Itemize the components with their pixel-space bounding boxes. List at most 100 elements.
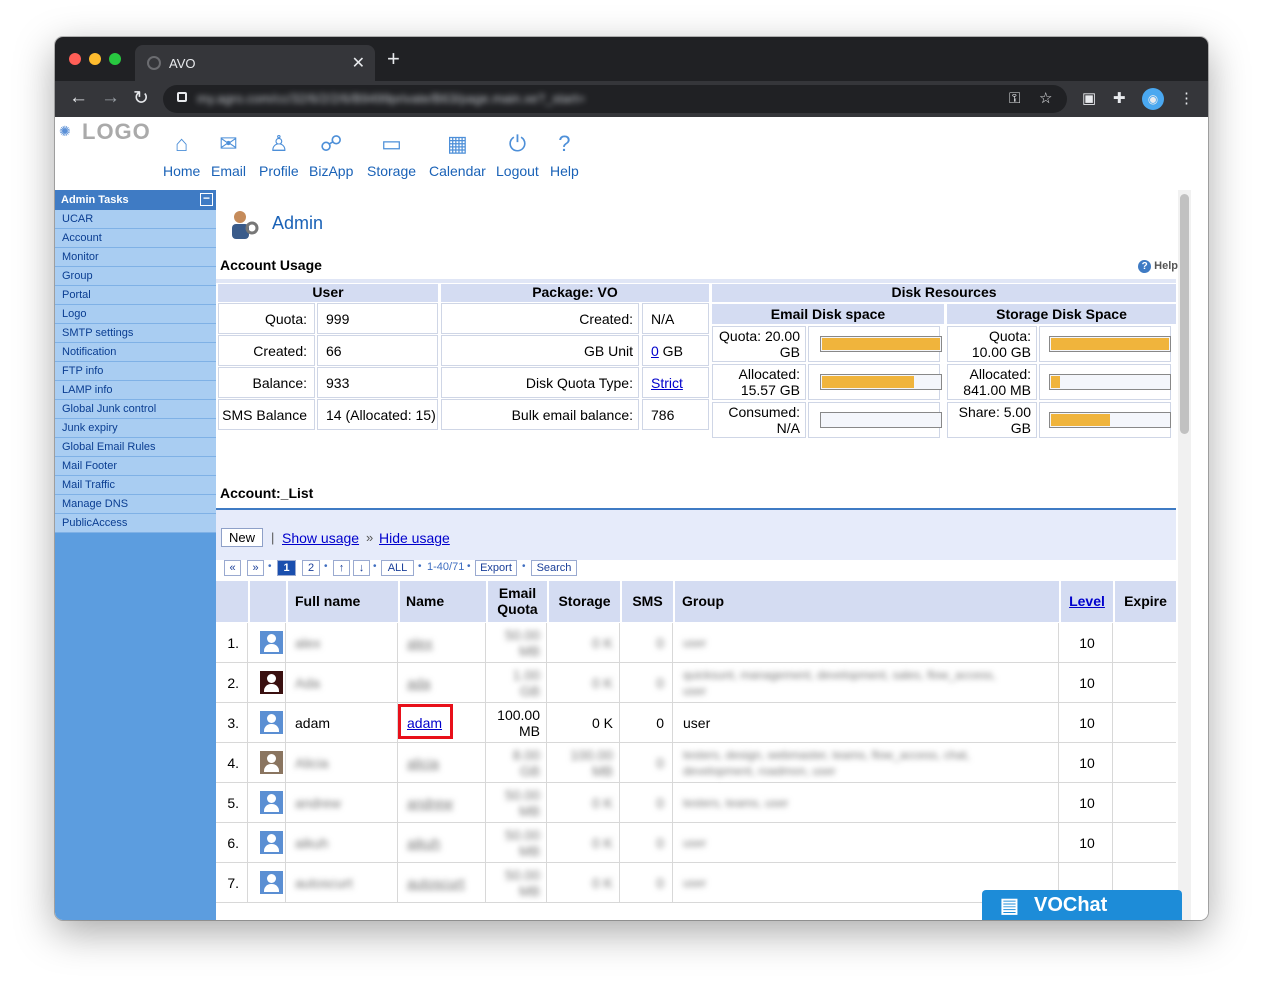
sidebar-item-smtp-settings[interactable]: SMTP settings xyxy=(55,324,216,343)
table-row[interactable]: 5. andrew andrew 50.00 MB 0 K 0 testers, teams,… xyxy=(216,783,1176,823)
col-level-sort[interactable]: Level xyxy=(1061,581,1113,622)
package-link[interactable]: Strict xyxy=(651,375,683,391)
table-row[interactable]: 3. adam adam 100.00 MB 0 K 0 user 10 xyxy=(216,703,1176,743)
sidebar-item-portal[interactable]: Portal xyxy=(55,286,216,305)
pager-first[interactable]: « xyxy=(224,560,241,576)
maximize-window-button[interactable] xyxy=(109,53,121,65)
show-usage-link[interactable]: Show usage xyxy=(282,530,359,546)
sidebar-item-lamp-info[interactable]: LAMP info xyxy=(55,381,216,400)
avatar-icon xyxy=(260,791,283,814)
nav-calendar[interactable]: ▦ Calendar xyxy=(429,131,486,179)
profile-icon[interactable]: ◉ xyxy=(1142,88,1164,110)
col-fullname[interactable]: Full name xyxy=(288,581,398,622)
sidebar-item-manage-dns[interactable]: Manage DNS xyxy=(55,495,216,514)
row-quota-line2: MB xyxy=(519,803,540,819)
pager-sort-up[interactable]: ↑ xyxy=(333,560,350,576)
sidebar-item-notification[interactable]: Notification xyxy=(55,343,216,362)
sidebar-item-monitor[interactable]: Monitor xyxy=(55,248,216,267)
collapse-icon[interactable]: − xyxy=(200,192,213,206)
row-group-cell: user xyxy=(675,623,1059,663)
sidebar-item-global-junk-control[interactable]: Global Junk control xyxy=(55,400,216,419)
col-storage[interactable]: Storage xyxy=(549,581,620,622)
col-name[interactable]: Name xyxy=(400,581,486,622)
row-name-cell: aikuh xyxy=(400,823,486,863)
new-button[interactable]: New xyxy=(221,528,263,547)
col-expire[interactable]: Expire xyxy=(1115,581,1176,622)
table-row[interactable]: 1. alex alex 50.00 MB 0 K 0 user 10 xyxy=(216,623,1176,663)
sidebar-item-logo[interactable]: Logo xyxy=(55,305,216,324)
scrollbar[interactable] xyxy=(1178,190,1191,920)
sidebar-item-global-email-rules[interactable]: Global Email Rules xyxy=(55,438,216,457)
col-index xyxy=(216,581,248,622)
row-name-link[interactable]: alex xyxy=(407,635,433,651)
pager-page-1[interactable]: 1 xyxy=(277,560,296,576)
star-icon[interactable]: ☆ xyxy=(1039,89,1052,107)
storage-label-line2: GB xyxy=(1010,420,1031,436)
puzzle-icon[interactable]: ✚ xyxy=(1113,89,1126,107)
row-expire-cell xyxy=(1115,823,1176,863)
pager-page-2[interactable]: 2 xyxy=(302,560,320,576)
address-bar[interactable]: my.agro.com/cc/32/6/2/2/6/B9499private/B… xyxy=(163,85,1067,113)
row-name-link[interactable]: ada xyxy=(407,675,430,691)
row-level: 10 xyxy=(1079,635,1095,651)
table-row[interactable]: 2. Ada ada 1.00 GB 0 K 0 quicksunt, management,… xyxy=(216,663,1176,703)
pager-all[interactable]: ALL xyxy=(381,560,414,576)
col-email-quota[interactable]: Email Quota xyxy=(488,581,547,622)
row-group-line1: user xyxy=(683,636,707,650)
row-quota: 100.00 MB xyxy=(497,707,540,739)
package-link[interactable]: 0 xyxy=(651,343,659,359)
sidebar-item-ftp-info[interactable]: FTP info xyxy=(55,362,216,381)
row-name-link[interactable]: alicia xyxy=(407,755,439,771)
home-icon: ⌂ xyxy=(175,131,189,156)
close-tab-icon[interactable]: ✕ xyxy=(352,53,365,73)
menu-icon[interactable]: ⋮ xyxy=(1179,89,1194,107)
col-group[interactable]: Group xyxy=(675,581,1059,622)
hide-usage-link[interactable]: Hide usage xyxy=(379,530,450,546)
row-name-link[interactable]: andrew xyxy=(407,795,453,811)
nav-logout[interactable]: ⏻ Logout xyxy=(496,131,539,179)
col-sms[interactable]: SMS xyxy=(622,581,673,622)
row-name-link[interactable]: aikuh xyxy=(407,835,440,851)
row-storage-line2: MB xyxy=(592,763,613,779)
row-name-link[interactable]: autoscurt xyxy=(407,875,465,891)
new-tab-icon[interactable]: + xyxy=(387,48,400,70)
table-row[interactable]: 6. aikuh aikuh 50.00 MB 0 K 0 user 10 xyxy=(216,823,1176,863)
nav-help[interactable]: ? Help xyxy=(550,131,579,179)
sidebar-item-publicaccess[interactable]: PublicAccess xyxy=(55,514,216,533)
reload-icon[interactable]: ↻ xyxy=(133,87,149,110)
export-button[interactable]: Export xyxy=(475,560,517,576)
sidebar-item-group[interactable]: Group xyxy=(55,267,216,286)
forward-icon[interactable]: → xyxy=(101,87,120,109)
scrollbar-thumb[interactable] xyxy=(1180,194,1189,434)
chat-button[interactable]: ▤ VOChat xyxy=(982,890,1182,920)
sidebar-item-ucar[interactable]: UCAR xyxy=(55,210,216,229)
minimize-window-button[interactable] xyxy=(89,53,101,65)
row-name-cell: autoscurt xyxy=(400,863,486,903)
row-expire-cell xyxy=(1115,663,1176,703)
close-window-button[interactable] xyxy=(69,53,81,65)
row-fullname: andrew xyxy=(295,795,341,811)
nav-profile[interactable]: ♙ Profile xyxy=(259,131,299,179)
sidebar-item-mail-traffic[interactable]: Mail Traffic xyxy=(55,476,216,495)
pager-next[interactable]: » xyxy=(247,560,264,576)
back-icon[interactable]: ← xyxy=(69,87,88,109)
extension-icon[interactable]: ▣ xyxy=(1082,89,1096,107)
pager-sort-down[interactable]: ↓ xyxy=(353,560,370,576)
search-button[interactable]: Search xyxy=(531,560,577,576)
sidebar-item-account[interactable]: Account xyxy=(55,229,216,248)
nav-email[interactable]: ✉ Email xyxy=(211,131,246,179)
browser-tab[interactable]: AVO ✕ xyxy=(135,45,375,81)
row-index: 3. xyxy=(227,715,239,731)
disk-header: Disk Resources xyxy=(712,284,1176,302)
nav-home[interactable]: ⌂ Home xyxy=(163,131,200,179)
key-icon[interactable]: ⚿ xyxy=(1009,90,1020,107)
nav-bizapp[interactable]: ☍ BizApp xyxy=(309,131,353,179)
help-link[interactable]: ? Help xyxy=(1138,260,1178,273)
sidebar-item-junk-expiry[interactable]: Junk expiry xyxy=(55,419,216,438)
table-row[interactable]: 4. Alicia alicia 8.00 GB 100.00 MB 0 testers, de… xyxy=(216,743,1176,783)
sidebar-item-mail-footer[interactable]: Mail Footer xyxy=(55,457,216,476)
nav-storage[interactable]: ▭ Storage xyxy=(367,131,416,179)
row-sms: 0 xyxy=(656,755,664,771)
package-label: Bulk email balance: xyxy=(511,407,633,423)
email-label-line1: Allocated: xyxy=(738,366,800,382)
